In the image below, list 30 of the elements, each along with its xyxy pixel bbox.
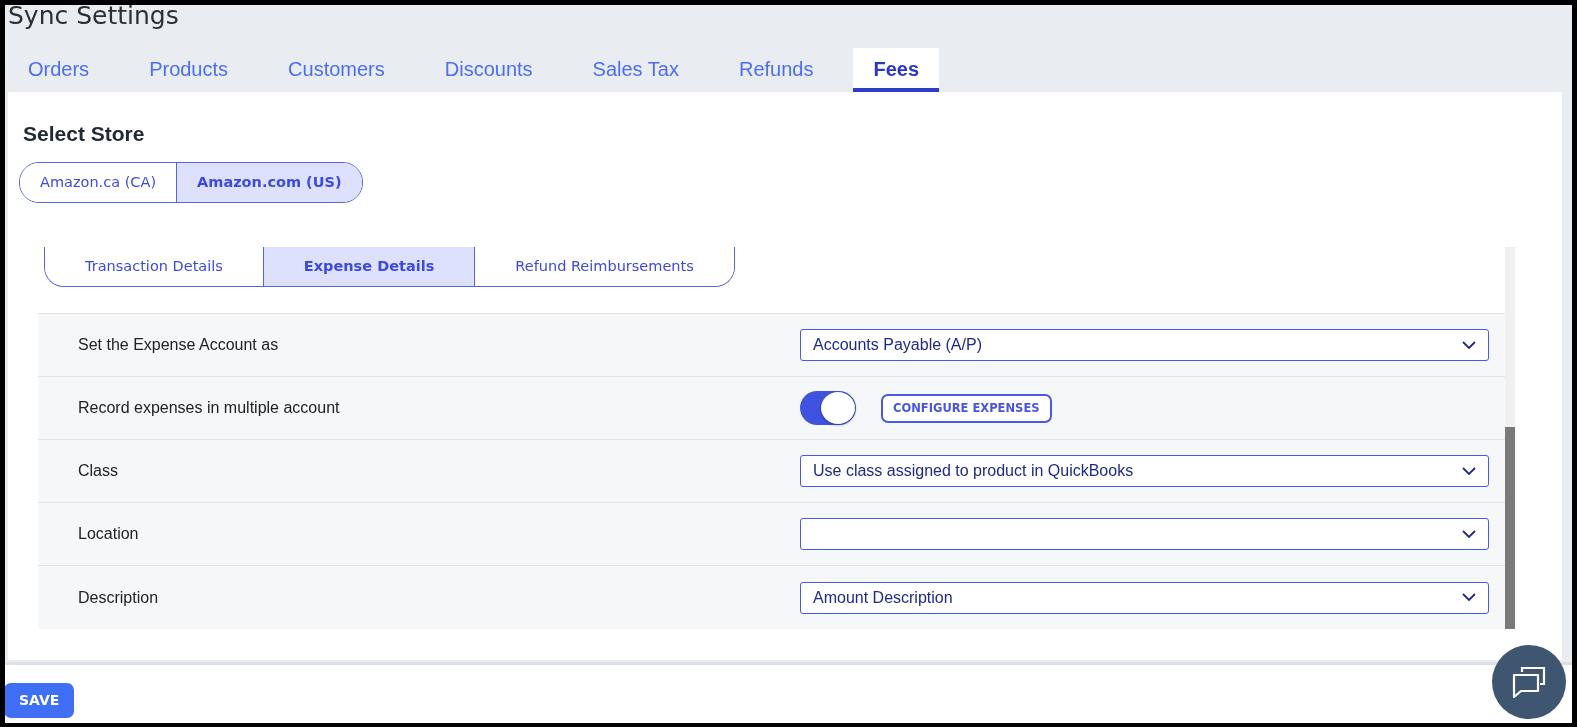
tab[interactable]: Sales Tax	[572, 48, 699, 92]
tab[interactable]: Fees	[853, 48, 940, 92]
tab[interactable]: Products	[129, 48, 249, 92]
tab[interactable]: Orders	[8, 48, 110, 92]
tab[interactable]: Customers	[268, 48, 405, 92]
subtab[interactable]: Refund Reimbursements	[474, 247, 734, 287]
select-field[interactable]	[800, 518, 1489, 551]
chevron-down-icon	[1462, 466, 1476, 476]
chat-bubbles-icon	[1512, 666, 1546, 698]
tab[interactable]: Discounts	[424, 48, 553, 92]
chevron-down-icon	[1462, 529, 1476, 539]
setting-label: Record expenses in multiple account	[78, 398, 341, 419]
chevron-down-icon	[1462, 593, 1476, 603]
setting-label: Set the Expense Account as	[78, 335, 280, 356]
select-field[interactable]: Amount Description	[800, 581, 1489, 614]
subtab[interactable]: Expense Details	[262, 247, 475, 287]
save-button[interactable]: SAVE	[5, 683, 75, 718]
section-heading: Select Store	[23, 121, 146, 147]
tab[interactable]: Refunds	[718, 48, 834, 92]
toggle-switch[interactable]	[800, 391, 856, 426]
setting-label: Description	[78, 587, 160, 608]
scrollbar[interactable]	[1505, 247, 1515, 630]
select-field[interactable]: Use class assigned to product in QuickBooks	[800, 455, 1489, 488]
configure-button[interactable]: CONFIGURE EXPENSES	[881, 393, 1052, 423]
chevron-down-icon	[1462, 340, 1476, 350]
page-title: Sync Settings	[7, 5, 180, 28]
setting-label: Class	[78, 461, 119, 482]
select-field[interactable]: Accounts Payable (A/P)	[800, 329, 1489, 362]
setting-label: Location	[78, 524, 140, 545]
store-option[interactable]: Amazon.com (US)	[176, 162, 362, 203]
